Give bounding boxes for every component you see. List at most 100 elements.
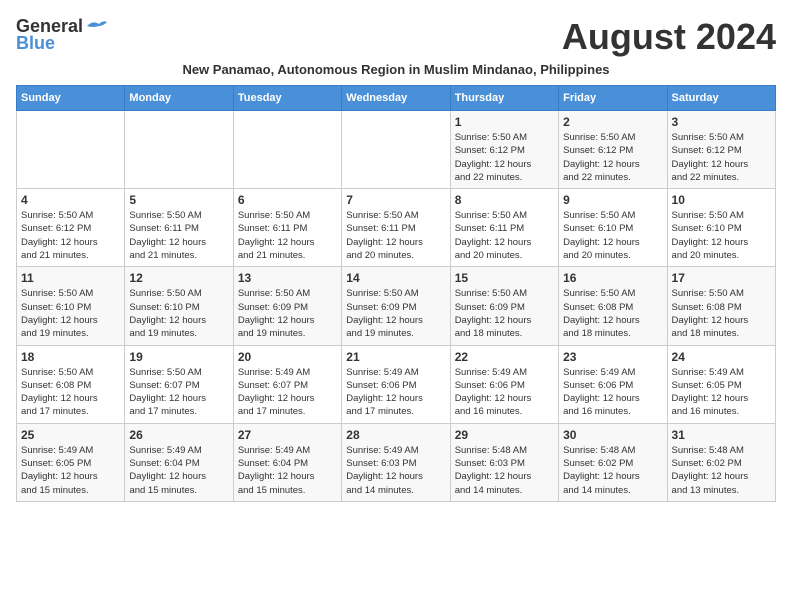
day-number: 17	[672, 271, 771, 285]
day-info: Sunrise: 5:50 AM Sunset: 6:12 PM Dayligh…	[672, 131, 771, 184]
calendar-cell: 11Sunrise: 5:50 AM Sunset: 6:10 PM Dayli…	[17, 267, 125, 345]
day-number: 25	[21, 428, 120, 442]
calendar-cell: 7 Sunrise: 5:50 AM Sunset: 6:11 PM Daylig…	[342, 189, 450, 267]
calendar-cell: 24 Sunrise: 5:49 AM Sunset: 6:05 PM Dayli…	[667, 345, 775, 423]
day-number: 10	[672, 193, 771, 207]
day-info: Sunrise: 5:49 AM Sunset: 6:05 PM Dayligh…	[672, 366, 771, 419]
logo: General Blue	[16, 16, 107, 54]
day-info: Sunrise: 5:50 AM Sunset: 6:11 PM Dayligh…	[346, 209, 445, 262]
calendar-cell: 20 Sunrise: 5:49 AM Sunset: 6:07 PM Dayli…	[233, 345, 341, 423]
day-number: 7	[346, 193, 445, 207]
day-info: Sunrise: 5:49 AM Sunset: 6:04 PM Dayligh…	[238, 444, 337, 497]
day-number: 20	[238, 350, 337, 364]
header: General Blue August 2024	[16, 16, 776, 58]
day-info: Sunrise: 5:49 AM Sunset: 6:03 PM Dayligh…	[346, 444, 445, 497]
calendar-cell: 23Sunrise: 5:49 AM Sunset: 6:06 PM Dayli…	[559, 345, 667, 423]
calendar-cell: 15Sunrise: 5:50 AM Sunset: 6:09 PM Dayli…	[450, 267, 558, 345]
day-number: 11	[21, 271, 120, 285]
day-info: Sunrise: 5:50 AM Sunset: 6:10 PM Dayligh…	[563, 209, 662, 262]
day-number: 28	[346, 428, 445, 442]
day-number: 9	[563, 193, 662, 207]
column-header-monday: Monday	[125, 86, 233, 111]
day-info: Sunrise: 5:50 AM Sunset: 6:08 PM Dayligh…	[21, 366, 120, 419]
calendar-cell: 28 Sunrise: 5:49 AM Sunset: 6:03 PM Dayli…	[342, 423, 450, 501]
day-number: 6	[238, 193, 337, 207]
day-info: Sunrise: 5:50 AM Sunset: 6:10 PM Dayligh…	[672, 209, 771, 262]
day-info: Sunrise: 5:50 AM Sunset: 6:08 PM Dayligh…	[563, 287, 662, 340]
day-number: 14	[346, 271, 445, 285]
calendar-cell: 29Sunrise: 5:48 AM Sunset: 6:03 PM Dayli…	[450, 423, 558, 501]
calendar-cell	[125, 111, 233, 189]
day-info: Sunrise: 5:48 AM Sunset: 6:02 PM Dayligh…	[672, 444, 771, 497]
week-row-4: 18 Sunrise: 5:50 AM Sunset: 6:08 PM Dayli…	[17, 345, 776, 423]
calendar-cell: 16 Sunrise: 5:50 AM Sunset: 6:08 PM Dayli…	[559, 267, 667, 345]
week-row-1: 1 Sunrise: 5:50 AM Sunset: 6:12 PM Daylig…	[17, 111, 776, 189]
calendar-cell: 8Sunrise: 5:50 AM Sunset: 6:11 PM Daylig…	[450, 189, 558, 267]
calendar-cell: 9 Sunrise: 5:50 AM Sunset: 6:10 PM Daylig…	[559, 189, 667, 267]
calendar-cell: 3 Sunrise: 5:50 AM Sunset: 6:12 PM Daylig…	[667, 111, 775, 189]
calendar-cell: 19 Sunrise: 5:50 AM Sunset: 6:07 PM Dayli…	[125, 345, 233, 423]
day-number: 24	[672, 350, 771, 364]
day-info: Sunrise: 5:50 AM Sunset: 6:12 PM Dayligh…	[455, 131, 554, 184]
day-number: 3	[672, 115, 771, 129]
day-info: Sunrise: 5:50 AM Sunset: 6:09 PM Dayligh…	[238, 287, 337, 340]
day-info: Sunrise: 5:49 AM Sunset: 6:04 PM Dayligh…	[129, 444, 228, 497]
day-info: Sunrise: 5:50 AM Sunset: 6:07 PM Dayligh…	[129, 366, 228, 419]
day-info: Sunrise: 5:50 AM Sunset: 6:11 PM Dayligh…	[238, 209, 337, 262]
column-header-tuesday: Tuesday	[233, 86, 341, 111]
day-number: 1	[455, 115, 554, 129]
calendar-cell: 26 Sunrise: 5:49 AM Sunset: 6:04 PM Dayli…	[125, 423, 233, 501]
day-number: 31	[672, 428, 771, 442]
day-info: Sunrise: 5:50 AM Sunset: 6:09 PM Dayligh…	[346, 287, 445, 340]
logo-blue: Blue	[16, 33, 55, 54]
day-info: Sunrise: 5:49 AM Sunset: 6:07 PM Dayligh…	[238, 366, 337, 419]
day-info: Sunrise: 5:49 AM Sunset: 6:05 PM Dayligh…	[21, 444, 120, 497]
calendar-cell: 22Sunrise: 5:49 AM Sunset: 6:06 PM Dayli…	[450, 345, 558, 423]
day-number: 26	[129, 428, 228, 442]
day-number: 4	[21, 193, 120, 207]
calendar-cell: 5Sunrise: 5:50 AM Sunset: 6:11 PM Daylig…	[125, 189, 233, 267]
calendar-cell: 14 Sunrise: 5:50 AM Sunset: 6:09 PM Dayli…	[342, 267, 450, 345]
calendar-cell: 25 Sunrise: 5:49 AM Sunset: 6:05 PM Dayli…	[17, 423, 125, 501]
calendar-cell: 10 Sunrise: 5:50 AM Sunset: 6:10 PM Dayli…	[667, 189, 775, 267]
day-number: 19	[129, 350, 228, 364]
day-number: 8	[455, 193, 554, 207]
calendar-cell	[233, 111, 341, 189]
calendar-cell: 18 Sunrise: 5:50 AM Sunset: 6:08 PM Dayli…	[17, 345, 125, 423]
day-number: 15	[455, 271, 554, 285]
day-number: 21	[346, 350, 445, 364]
day-number: 29	[455, 428, 554, 442]
calendar-subtitle: New Panamao, Autonomous Region in Muslim…	[16, 62, 776, 77]
logo-bird-icon	[85, 18, 107, 36]
calendar-cell: 31 Sunrise: 5:48 AM Sunset: 6:02 PM Dayli…	[667, 423, 775, 501]
day-number: 13	[238, 271, 337, 285]
day-number: 18	[21, 350, 120, 364]
day-info: Sunrise: 5:50 AM Sunset: 6:10 PM Dayligh…	[129, 287, 228, 340]
calendar-cell: 27Sunrise: 5:49 AM Sunset: 6:04 PM Dayli…	[233, 423, 341, 501]
calendar-cell: 13 Sunrise: 5:50 AM Sunset: 6:09 PM Dayli…	[233, 267, 341, 345]
day-info: Sunrise: 5:48 AM Sunset: 6:02 PM Dayligh…	[563, 444, 662, 497]
day-number: 12	[129, 271, 228, 285]
day-number: 2	[563, 115, 662, 129]
day-number: 16	[563, 271, 662, 285]
column-header-thursday: Thursday	[450, 86, 558, 111]
column-header-saturday: Saturday	[667, 86, 775, 111]
week-row-2: 4Sunrise: 5:50 AM Sunset: 6:12 PM Daylig…	[17, 189, 776, 267]
day-info: Sunrise: 5:49 AM Sunset: 6:06 PM Dayligh…	[455, 366, 554, 419]
calendar-cell: 1 Sunrise: 5:50 AM Sunset: 6:12 PM Daylig…	[450, 111, 558, 189]
week-row-5: 25 Sunrise: 5:49 AM Sunset: 6:05 PM Dayli…	[17, 423, 776, 501]
day-info: Sunrise: 5:50 AM Sunset: 6:08 PM Dayligh…	[672, 287, 771, 340]
day-number: 23	[563, 350, 662, 364]
calendar-cell: 4Sunrise: 5:50 AM Sunset: 6:12 PM Daylig…	[17, 189, 125, 267]
calendar-cell: 6 Sunrise: 5:50 AM Sunset: 6:11 PM Daylig…	[233, 189, 341, 267]
calendar-table: SundayMondayTuesdayWednesdayThursdayFrid…	[16, 85, 776, 502]
calendar-cell: 17 Sunrise: 5:50 AM Sunset: 6:08 PM Dayli…	[667, 267, 775, 345]
day-info: Sunrise: 5:50 AM Sunset: 6:12 PM Dayligh…	[563, 131, 662, 184]
calendar-cell: 21Sunrise: 5:49 AM Sunset: 6:06 PM Dayli…	[342, 345, 450, 423]
calendar-cell	[342, 111, 450, 189]
column-header-sunday: Sunday	[17, 86, 125, 111]
header-row: SundayMondayTuesdayWednesdayThursdayFrid…	[17, 86, 776, 111]
month-title: August 2024	[562, 16, 776, 58]
calendar-cell	[17, 111, 125, 189]
column-header-friday: Friday	[559, 86, 667, 111]
